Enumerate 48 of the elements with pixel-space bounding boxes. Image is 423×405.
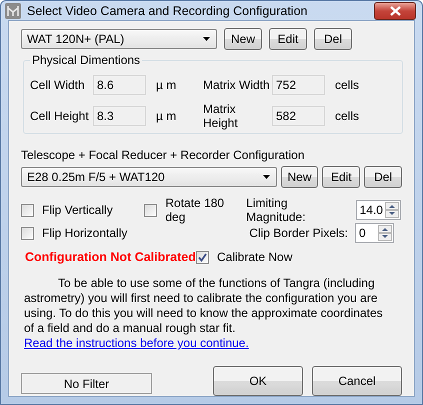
dialog-button[interactable]: Cancel [312,366,402,396]
configuration-button[interactable]: New [280,166,318,188]
spin-arrows-icon[interactable] [378,225,392,241]
readonly-field[interactable]: 752 [272,75,325,95]
group-title: Physical Dimentions [30,53,142,67]
readonly-field[interactable]: 8.6 [93,75,146,95]
unit-label: cells [334,78,360,92]
checkbox-label: Flip Vertically [42,203,114,217]
limiting-magnitude-spinner[interactable]: 14.0 [356,200,401,220]
checkbox[interactable] [196,250,209,264]
checkbox-label: Rotate 180 deg [165,196,226,224]
dialog-button[interactable]: OK [213,366,303,396]
spin-arrows-icon[interactable] [384,202,399,218]
camera-dropdown[interactable]: WAT 120N+ (PAL) [21,29,217,49]
close-button[interactable] [374,2,416,20]
window-title: Select Video Camera and Recording Configuration [27,4,308,18]
configuration-dropdown[interactable]: E28 0.25m F/5 + WAT120 [21,167,277,187]
readonly-field[interactable]: 582 [272,106,325,126]
checkbox[interactable] [144,204,158,216]
unit-label: cells [334,109,360,123]
unit-label: µ m [155,109,178,123]
configuration-label: Telescope + Focal Reducer + Recorder Configuration [21,148,306,162]
readonly-field[interactable]: 8.3 [93,106,146,126]
field-label: Matrix Height [203,102,239,130]
clip-border-spinner[interactable]: 0 [355,223,394,243]
field-label: Cell Height [30,109,90,123]
checkbox[interactable] [21,226,34,240]
checkbox-label: Calibrate Now [217,250,292,264]
field-label: Cell Width [30,78,86,92]
checkbox[interactable] [21,204,34,216]
instructions-link[interactable]: Read the instructions before you continue. [24,336,249,350]
instructions-text: To be able to use some of the functions of Tangra (including astrometry) you will first need to calibrate the configuration you are using. To do this you will need to know the approximate coordinates of a field and do a manual rough star fit. Read the instructions before you continue. [24,276,384,351]
camera-button[interactable]: Edit [269,28,307,50]
checkbox-label: Flip Horizontally [42,226,128,240]
caret-icon [203,37,210,41]
field-label: Clip Border Pixels: [249,226,348,240]
field-label: Matrix Width [203,78,271,92]
configuration-button[interactable]: Edit [322,166,360,188]
status-text: Configuration Not Calibrated [25,250,196,264]
check-icon [198,252,207,262]
field-label: Limiting Magnitude: [246,196,307,224]
close-icon [390,6,400,16]
caret-icon [262,175,270,179]
filter-button[interactable]: No Filter [21,373,152,394]
camera-button[interactable]: New [224,28,262,50]
camera-button[interactable]: Del [314,28,352,50]
unit-label: µ m [155,78,178,92]
configuration-button[interactable]: Del [364,166,402,188]
